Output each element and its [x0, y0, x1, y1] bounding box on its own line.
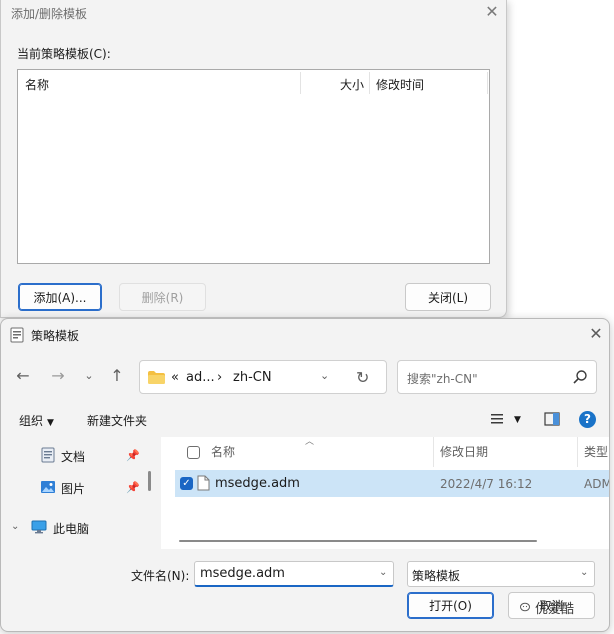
nav-item-this-pc[interactable]: ⌄ 此电脑 [1, 513, 151, 543]
column-type[interactable]: 类型 [584, 443, 608, 460]
templates-list[interactable]: 名称 大小 修改时间 [17, 69, 490, 264]
close-button[interactable]: 关闭(L) [405, 283, 491, 311]
sort-ascending-icon: ︿ [305, 437, 315, 447]
column-divider [577, 437, 578, 467]
breadcrumb-segment[interactable]: zh-CN [233, 370, 272, 385]
organize-menu[interactable]: 组织 ▼ [19, 412, 54, 429]
new-folder-button[interactable]: 新建文件夹 [87, 412, 147, 429]
expand-chevron-icon[interactable]: ⌄ [11, 521, 19, 532]
command-bar: 组织 ▼ 新建文件夹 ▼ ? [1, 405, 609, 435]
watermark: 优爱酷 [520, 598, 574, 617]
filename-label: 文件名(N): [131, 569, 190, 583]
breadcrumb-segment[interactable]: ad... [186, 370, 215, 385]
filetype-select[interactable]: 策略模板 ⌄ [407, 561, 595, 587]
breadcrumb-separator[interactable]: › [217, 370, 222, 385]
column-modified[interactable]: 修改日期 [440, 443, 488, 460]
breadcrumb-overflow[interactable]: « [171, 370, 179, 385]
dialog-title: 策略模板 [31, 329, 80, 343]
chevron-down-icon[interactable]: ⌄ [379, 567, 387, 578]
file-modified: 2022/4/7 16:12 [440, 477, 533, 491]
column-name[interactable]: 名称 [25, 76, 49, 93]
preview-pane-icon[interactable] [544, 412, 560, 426]
navigation-bar: ← → ⌄ ↑ « ad... › zh-CN ⌄ ↻ 搜索"zh-CN" [1, 355, 609, 399]
refresh-icon[interactable]: ↻ [356, 368, 369, 387]
wechat-icon [520, 602, 530, 612]
nav-label: 图片 [61, 482, 86, 496]
chevron-down-icon[interactable]: ⌄ [580, 567, 588, 578]
search-icon[interactable] [572, 369, 588, 385]
nav-item-pictures[interactable]: 图片 📌 [1, 473, 151, 503]
add-button[interactable]: 添加(A)... [18, 283, 102, 311]
pin-icon[interactable]: 📌 [126, 481, 140, 494]
file-icon [197, 475, 210, 491]
chevron-down-icon[interactable]: ⌄ [79, 366, 99, 386]
close-icon[interactable]: ✕ [483, 3, 501, 21]
up-arrow-icon[interactable]: ↑ [107, 366, 127, 386]
open-button[interactable]: 打开(O) [407, 592, 494, 619]
navigation-pane: 文档 📌 图片 📌 ⌄ 此电脑 [1, 437, 156, 549]
column-size[interactable]: 大小 [340, 76, 364, 93]
column-divider [300, 72, 301, 94]
column-divider [369, 72, 370, 94]
document-icon [41, 447, 55, 463]
file-name: msedge.adm [215, 476, 300, 491]
nav-label: 此电脑 [53, 522, 90, 536]
row-checkbox[interactable]: ✓ [180, 477, 193, 490]
file-type: ADM [584, 477, 610, 491]
watermark-text: 优爱酷 [535, 602, 575, 617]
title-bar: 策略模板 ✕ [1, 319, 609, 351]
column-divider [433, 437, 434, 467]
search-placeholder: 搜索"zh-CN" [407, 372, 478, 386]
file-list[interactable]: ︿ 名称 修改日期 类型 ✓ msedge.adm 2022/4/7 16:12… [161, 437, 610, 549]
filename-value: msedge.adm [200, 566, 285, 581]
filename-input[interactable]: msedge.adm ⌄ [194, 561, 394, 587]
column-modified[interactable]: 修改时间 [376, 76, 424, 93]
folder-icon [148, 371, 165, 384]
add-remove-templates-dialog: 添加/删除模板 ✕ 当前策略模板(C): 名称 大小 修改时间 添加(A)...… [0, 0, 507, 318]
address-bar[interactable]: « ad... › zh-CN ⌄ ↻ [139, 360, 387, 394]
view-list-icon[interactable] [490, 412, 504, 426]
help-icon[interactable]: ? [579, 411, 596, 428]
search-box[interactable]: 搜索"zh-CN" [397, 360, 597, 394]
column-divider [487, 72, 488, 94]
pin-icon[interactable]: 📌 [126, 449, 140, 462]
list-header: 名称 大小 修改时间 [18, 70, 488, 96]
filename-area: 文件名(N): msedge.adm ⌄ 策略模板 ⌄ 打开(O) 取消 [1, 549, 609, 631]
column-name[interactable]: 名称 [211, 443, 235, 460]
organize-label: 组织 [19, 414, 44, 428]
horizontal-scrollbar[interactable] [179, 540, 537, 542]
select-all-checkbox[interactable] [187, 446, 200, 459]
filetype-value: 策略模板 [412, 569, 461, 583]
forward-arrow-icon[interactable]: → [48, 366, 68, 386]
computer-icon [31, 520, 47, 534]
close-icon[interactable]: ✕ [586, 324, 606, 344]
dialog-title: 添加/删除模板 [11, 7, 88, 21]
nav-item-documents[interactable]: 文档 📌 [1, 441, 151, 471]
dropdown-arrow-icon: ▼ [47, 418, 54, 428]
current-templates-label: 当前策略模板(C): [17, 47, 111, 61]
back-arrow-icon[interactable]: ← [13, 366, 33, 386]
view-dropdown-arrow-icon[interactable]: ▼ [514, 415, 521, 425]
policy-template-icon [10, 327, 24, 343]
delete-button[interactable]: 删除(R) [119, 283, 206, 311]
nav-label: 文档 [61, 450, 86, 464]
nav-scrollbar[interactable] [148, 471, 151, 491]
table-row[interactable]: ✓ msedge.adm 2022/4/7 16:12 ADM [175, 470, 610, 497]
chevron-down-icon[interactable]: ⌄ [320, 369, 329, 382]
open-file-dialog: 策略模板 ✕ ← → ⌄ ↑ « ad... › zh-CN ⌄ ↻ 搜索"zh… [0, 318, 610, 632]
picture-icon [41, 481, 55, 493]
